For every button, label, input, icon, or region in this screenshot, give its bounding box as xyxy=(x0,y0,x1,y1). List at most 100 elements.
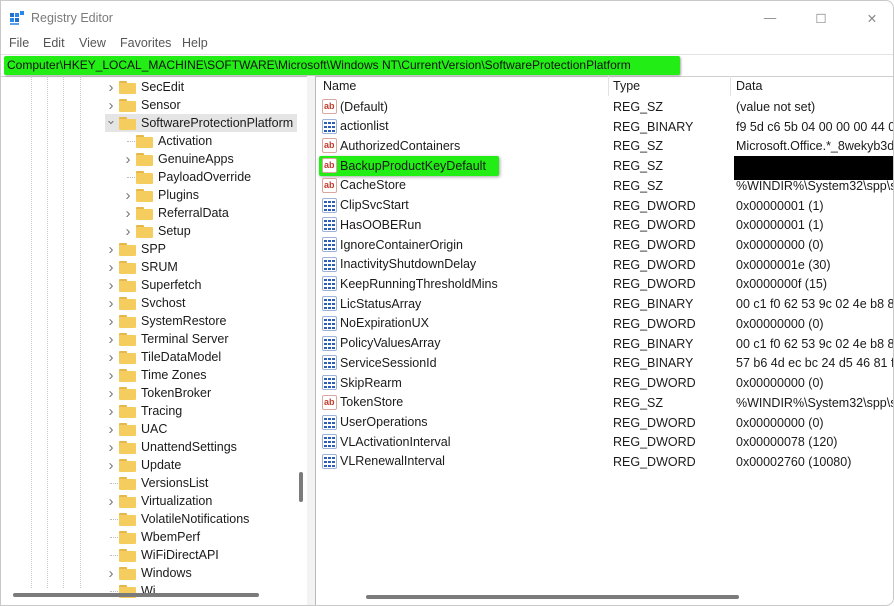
minimize-button[interactable]: — xyxy=(748,5,792,31)
value-row[interactable]: ab TokenStore REG_SZ %WINDIR%\System32\spp\… xyxy=(316,393,893,413)
close-button[interactable]: ✕ xyxy=(850,5,893,31)
tree-item[interactable]: › GenuineApps xyxy=(122,150,234,168)
chevron-right-icon[interactable]: › xyxy=(105,565,117,582)
chevron-right-icon[interactable]: › xyxy=(105,331,117,348)
chevron-right-icon[interactable]: › xyxy=(122,223,134,240)
column-header-name[interactable]: Name xyxy=(323,79,356,93)
column-header-type[interactable]: Type xyxy=(613,79,640,93)
tree-item[interactable]: › UnattendSettings xyxy=(105,438,237,456)
chevron-right-icon[interactable]: › xyxy=(105,367,117,384)
chevron-right-icon[interactable]: › xyxy=(105,385,117,402)
value-data: Microsoft.Office.*_8wekyb3d8 xyxy=(736,139,893,154)
value-row[interactable]: LicStatusArray REG_BINARY 00 c1 f0 62 53 9… xyxy=(316,294,893,314)
tree-item[interactable]: › Update xyxy=(105,456,182,474)
value-row[interactable]: InactivityShutdownDelay REG_DWORD 0x000000… xyxy=(316,255,893,275)
chevron-right-icon[interactable]: › xyxy=(105,457,117,474)
value-row[interactable]: SkipRearm REG_DWORD 0x00000000 (0) xyxy=(316,373,893,393)
binary-value-icon xyxy=(322,414,337,430)
tree-item[interactable]: › Terminal Server xyxy=(105,330,229,348)
column-separator[interactable] xyxy=(730,76,731,96)
tree-item[interactable]: › SecEdit xyxy=(105,78,185,96)
value-row[interactable]: IgnoreContainerOrigin REG_DWORD 0x00000000… xyxy=(316,235,893,255)
chevron-right-icon[interactable]: › xyxy=(105,79,117,96)
tree-item[interactable]: › SPP xyxy=(105,240,167,258)
tree-item[interactable]: VersionsList xyxy=(105,474,208,492)
tree-item-label: Setup xyxy=(158,224,191,238)
tree-item[interactable]: › Svchost xyxy=(105,294,186,312)
tree-item[interactable]: › ReferralData xyxy=(122,204,229,222)
tree-item[interactable]: Wi... xyxy=(105,582,166,600)
chevron-right-icon[interactable]: › xyxy=(105,277,117,294)
value-row[interactable]: NoExpirationUX REG_DWORD 0x00000000 (0) xyxy=(316,314,893,334)
chevron-right-icon[interactable]: › xyxy=(105,493,117,510)
tree-item[interactable]: › Superfetch xyxy=(105,276,202,294)
tree-item[interactable]: WbemPerf xyxy=(105,528,200,546)
tree-item[interactable]: ⌄ SoftwareProtectionPlatform xyxy=(105,112,298,132)
value-row[interactable]: UserOperations REG_DWORD 0x00000000 (0) xyxy=(316,413,893,433)
menu-file[interactable]: File xyxy=(9,36,29,50)
chevron-right-icon[interactable]: › xyxy=(105,295,117,312)
tree-item[interactable]: › Plugins xyxy=(122,186,200,204)
chevron-right-icon[interactable]: › xyxy=(105,439,117,456)
key-tree-pane: › SecEdit › Sensor ⌄ SoftwareProtectionPlatfo… xyxy=(1,76,308,605)
value-row[interactable]: ab AuthorizedContainers REG_SZ Microsoft.Of… xyxy=(316,136,893,156)
value-name: ServiceSessionId xyxy=(340,355,437,370)
chevron-right-icon[interactable]: › xyxy=(122,187,134,204)
chevron-right-icon[interactable]: › xyxy=(105,259,117,276)
tree-item[interactable]: › UAC xyxy=(105,420,168,438)
chevron-right-icon[interactable]: › xyxy=(105,421,117,438)
binary-value-icon xyxy=(322,256,337,272)
address-bar[interactable]: Computer\HKEY_LOCAL_MACHINE\SOFTWARE\Mic… xyxy=(1,54,893,77)
value-row[interactable]: PolicyValuesArray REG_BINARY 00 c1 f0 62 5… xyxy=(316,334,893,354)
chevron-down-icon[interactable]: ⌄ xyxy=(105,112,117,128)
tree-item[interactable]: PayloadOverride xyxy=(122,168,251,186)
value-row[interactable]: actionlist REG_BINARY f9 5d c6 5b 04 00 00… xyxy=(316,117,893,137)
menu-view[interactable]: View xyxy=(79,36,106,50)
column-separator[interactable] xyxy=(608,76,609,96)
value-name: VLRenewalInterval xyxy=(340,454,445,469)
chevron-right-icon[interactable]: › xyxy=(105,403,117,420)
tree-item-label: UnattendSettings xyxy=(141,440,237,454)
tree-item-label: PayloadOverride xyxy=(158,170,252,184)
tree-vertical-scrollbar[interactable] xyxy=(299,472,303,502)
tree-item-label: Time Zones xyxy=(141,368,207,382)
tree-item[interactable]: › SystemRestore xyxy=(105,312,227,330)
tree-item[interactable]: › TokenBroker xyxy=(105,384,212,402)
value-row[interactable]: VLActivationInterval REG_DWORD 0x00000078 … xyxy=(316,432,893,452)
tree-horizontal-scrollbar[interactable] xyxy=(13,593,259,597)
menu-favorites[interactable]: Favorites xyxy=(120,36,171,50)
value-row[interactable]: ServiceSessionId REG_BINARY 57 b6 4d ec bc… xyxy=(316,353,893,373)
address-path[interactable]: Computer\HKEY_LOCAL_MACHINE\SOFTWARE\Mic… xyxy=(7,58,631,72)
close-icon: ✕ xyxy=(866,11,878,26)
chevron-right-icon[interactable]: › xyxy=(122,205,134,222)
tree-item[interactable]: › SRUM xyxy=(105,258,178,276)
tree-item[interactable]: › Setup xyxy=(122,222,191,240)
maximize-button[interactable]: ☐ xyxy=(799,5,843,31)
chevron-right-icon[interactable]: › xyxy=(105,241,117,258)
value-row[interactable]: VLRenewalInterval REG_DWORD 0x00002760 (10… xyxy=(316,452,893,472)
tree-item[interactable]: VolatileNotifications xyxy=(105,510,249,528)
value-row[interactable]: ab (Default) REG_SZ (value not set) xyxy=(316,97,893,117)
tree-item[interactable]: › TileDataModel xyxy=(105,348,222,366)
pane-splitter[interactable] xyxy=(307,76,316,605)
tree-item[interactable]: › Tracing xyxy=(105,402,183,420)
list-horizontal-scrollbar[interactable] xyxy=(366,595,739,599)
menu-edit[interactable]: Edit xyxy=(43,36,65,50)
tree-item[interactable]: › Virtualization xyxy=(105,492,213,510)
column-header-data[interactable]: Data xyxy=(736,79,762,93)
value-row[interactable]: KeepRunningThresholdMins REG_DWORD 0x00000… xyxy=(316,274,893,294)
chevron-right-icon[interactable]: › xyxy=(122,151,134,168)
value-row[interactable]: ab BackupProductKeyDefault REG_SZ xyxy=(316,156,893,181)
menu-help[interactable]: Help xyxy=(182,36,208,50)
tree-item[interactable]: Activation xyxy=(122,132,212,150)
chevron-right-icon[interactable]: › xyxy=(105,97,117,114)
folder-icon xyxy=(119,350,136,364)
tree-item[interactable]: › Time Zones xyxy=(105,366,207,384)
tree-item[interactable]: › Windows xyxy=(105,564,192,582)
chevron-right-icon[interactable]: › xyxy=(105,349,117,366)
tree-item[interactable]: WiFiDirectAPI xyxy=(105,546,219,564)
value-row[interactable]: ab CacheStore REG_SZ %WINDIR%\System32\spp\… xyxy=(316,176,893,196)
value-row[interactable]: ClipSvcStart REG_DWORD 0x00000001 (1) xyxy=(316,196,893,216)
chevron-right-icon[interactable]: › xyxy=(105,313,117,330)
value-row[interactable]: HasOOBERun REG_DWORD 0x00000001 (1) xyxy=(316,215,893,235)
